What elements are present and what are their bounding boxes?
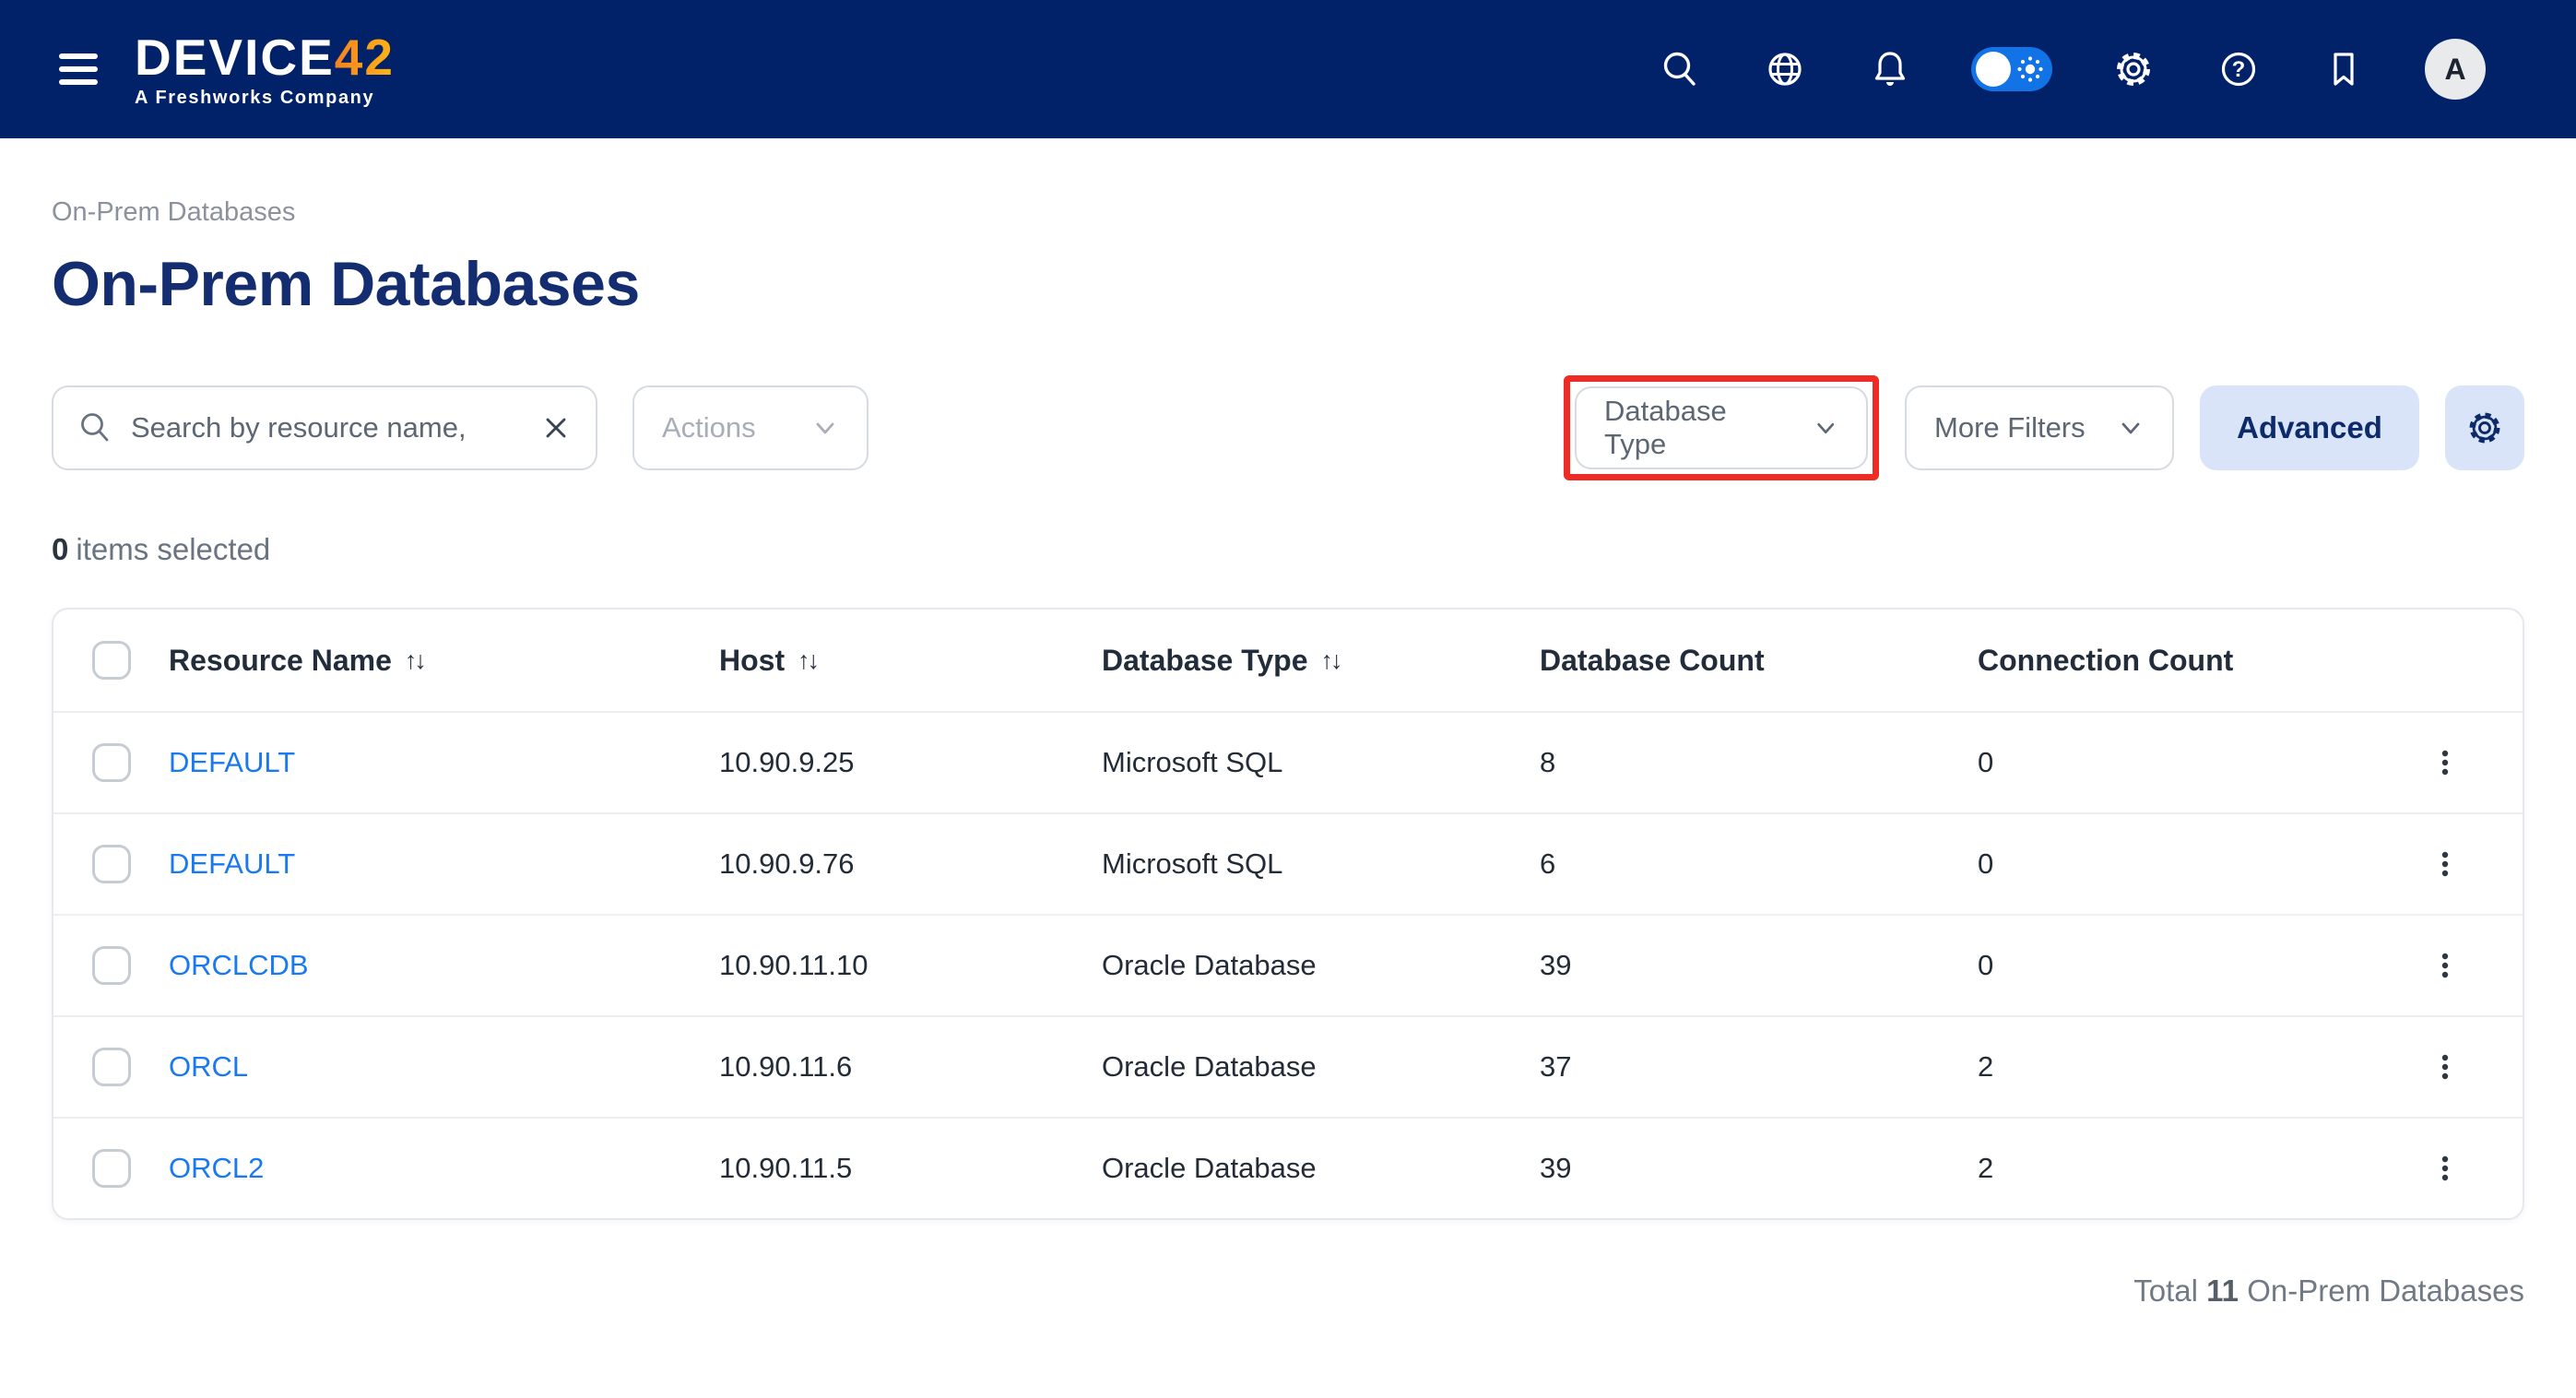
annotation-highlight: Database Type (1564, 375, 1879, 480)
bookmark-icon[interactable] (2320, 45, 2368, 93)
toolbar: Actions Database Type More Filters Advan… (52, 375, 2524, 480)
connection-count-cell: 0 (1978, 746, 2367, 779)
row-menu-kebab-icon[interactable] (2422, 942, 2468, 989)
host-cell: 10.90.9.25 (719, 746, 1102, 779)
database-count-cell: 39 (1540, 1152, 1978, 1185)
row-menu-kebab-icon[interactable] (2422, 740, 2468, 786)
search-icon[interactable] (1656, 45, 1704, 93)
database-type-cell: Microsoft SQL (1102, 746, 1540, 779)
database-count-cell: 8 (1540, 746, 1978, 779)
top-navbar: DEVICE42 A Freshworks Company (0, 0, 2576, 138)
resource-name-link[interactable]: ORCL2 (169, 1152, 719, 1185)
chevron-down-icon (811, 414, 839, 442)
row-menu-kebab-icon[interactable] (2422, 1145, 2468, 1191)
search-icon (77, 410, 112, 445)
database-count-cell: 37 (1540, 1050, 1978, 1084)
column-header-database-count: Database Count (1540, 644, 1978, 678)
table-row: DEFAULT 10.90.9.76 Microsoft SQL 6 0 (53, 812, 2523, 914)
column-header-connection-count: Connection Count (1978, 644, 2367, 678)
help-icon[interactable]: ? (2215, 45, 2263, 93)
more-filters-dropdown[interactable]: More Filters (1905, 385, 2174, 470)
toggle-knob (1976, 52, 2011, 87)
row-checkbox[interactable] (92, 946, 131, 985)
logo-text: DEVICE42 (135, 32, 395, 83)
selection-status: 0items selected (52, 532, 2524, 567)
sort-icon[interactable]: ↑↓ (1321, 646, 1341, 675)
connection-count-cell: 0 (1978, 847, 2367, 881)
table-header-row: Resource Name↑↓ Host↑↓ Database Type↑↓ D… (53, 610, 2523, 711)
host-cell: 10.90.9.76 (719, 847, 1102, 881)
resource-name-link[interactable]: ORCLCDB (169, 949, 719, 982)
database-type-dropdown[interactable]: Database Type (1575, 386, 1868, 469)
connection-count-cell: 2 (1978, 1050, 2367, 1084)
resource-name-link[interactable]: ORCL (169, 1050, 719, 1084)
connection-count-cell: 0 (1978, 949, 2367, 982)
row-checkbox[interactable] (92, 845, 131, 883)
hamburger-menu-icon[interactable] (59, 53, 98, 85)
notifications-icon[interactable] (1866, 45, 1914, 93)
settings-icon[interactable] (2109, 45, 2157, 93)
sort-icon[interactable]: ↑↓ (798, 646, 817, 675)
resource-name-link[interactable]: DEFAULT (169, 847, 719, 881)
total-count: 11 (2206, 1274, 2239, 1308)
chevron-down-icon (1813, 414, 1838, 442)
globe-icon[interactable] (1761, 45, 1809, 93)
theme-toggle[interactable] (1971, 47, 2052, 91)
table-row: ORCL 10.90.11.6 Oracle Database 37 2 (53, 1015, 2523, 1117)
resource-name-link[interactable]: DEFAULT (169, 746, 719, 779)
sun-icon (2016, 55, 2044, 83)
row-checkbox[interactable] (92, 1048, 131, 1086)
gear-icon (2464, 408, 2505, 448)
select-all-checkbox[interactable] (92, 641, 131, 680)
logo-subtitle: A Freshworks Company (135, 89, 395, 107)
column-header-database-type[interactable]: Database Type↑↓ (1102, 644, 1540, 678)
table-settings-button[interactable] (2445, 385, 2524, 470)
actions-dropdown[interactable]: Actions (632, 385, 869, 470)
device42-logo[interactable]: DEVICE42 A Freshworks Company (135, 32, 395, 107)
row-checkbox[interactable] (92, 743, 131, 782)
logo-accent: 42 (335, 29, 395, 86)
table-row: DEFAULT 10.90.9.25 Microsoft SQL 8 0 (53, 711, 2523, 812)
more-filters-label: More Filters (1934, 411, 2086, 444)
actions-label: Actions (662, 411, 756, 444)
svg-text:?: ? (2232, 57, 2246, 82)
advanced-button[interactable]: Advanced (2200, 385, 2419, 470)
sort-icon[interactable]: ↑↓ (405, 646, 424, 675)
row-checkbox[interactable] (92, 1149, 131, 1188)
table-row: ORCLCDB 10.90.11.10 Oracle Database 39 0 (53, 914, 2523, 1015)
search-box[interactable] (52, 385, 597, 470)
column-header-resource-name[interactable]: Resource Name↑↓ (169, 644, 719, 678)
table-total: Total 11 On-Prem Databases (52, 1274, 2524, 1309)
selection-count: 0 (52, 532, 68, 566)
page-title: On-Prem Databases (52, 248, 2524, 320)
database-type-label: Database Type (1604, 395, 1787, 461)
host-cell: 10.90.11.5 (719, 1152, 1102, 1185)
host-cell: 10.90.11.6 (719, 1050, 1102, 1084)
breadcrumb[interactable]: On-Prem Databases (52, 197, 2524, 228)
clear-search-icon[interactable] (540, 412, 572, 444)
database-type-cell: Oracle Database (1102, 1152, 1540, 1185)
database-count-cell: 39 (1540, 949, 1978, 982)
database-count-cell: 6 (1540, 847, 1978, 881)
databases-table: Resource Name↑↓ Host↑↓ Database Type↑↓ D… (52, 608, 2524, 1220)
database-type-cell: Oracle Database (1102, 1050, 1540, 1084)
database-type-cell: Oracle Database (1102, 949, 1540, 982)
chevron-down-icon (2117, 414, 2145, 442)
host-cell: 10.90.11.10 (719, 949, 1102, 982)
database-type-cell: Microsoft SQL (1102, 847, 1540, 881)
search-input[interactable] (131, 411, 522, 444)
column-header-host[interactable]: Host↑↓ (719, 644, 1102, 678)
table-row: ORCL2 10.90.11.5 Oracle Database 39 2 (53, 1117, 2523, 1218)
connection-count-cell: 2 (1978, 1152, 2367, 1185)
avatar[interactable]: A (2425, 39, 2486, 100)
row-menu-kebab-icon[interactable] (2422, 841, 2468, 887)
row-menu-kebab-icon[interactable] (2422, 1044, 2468, 1090)
